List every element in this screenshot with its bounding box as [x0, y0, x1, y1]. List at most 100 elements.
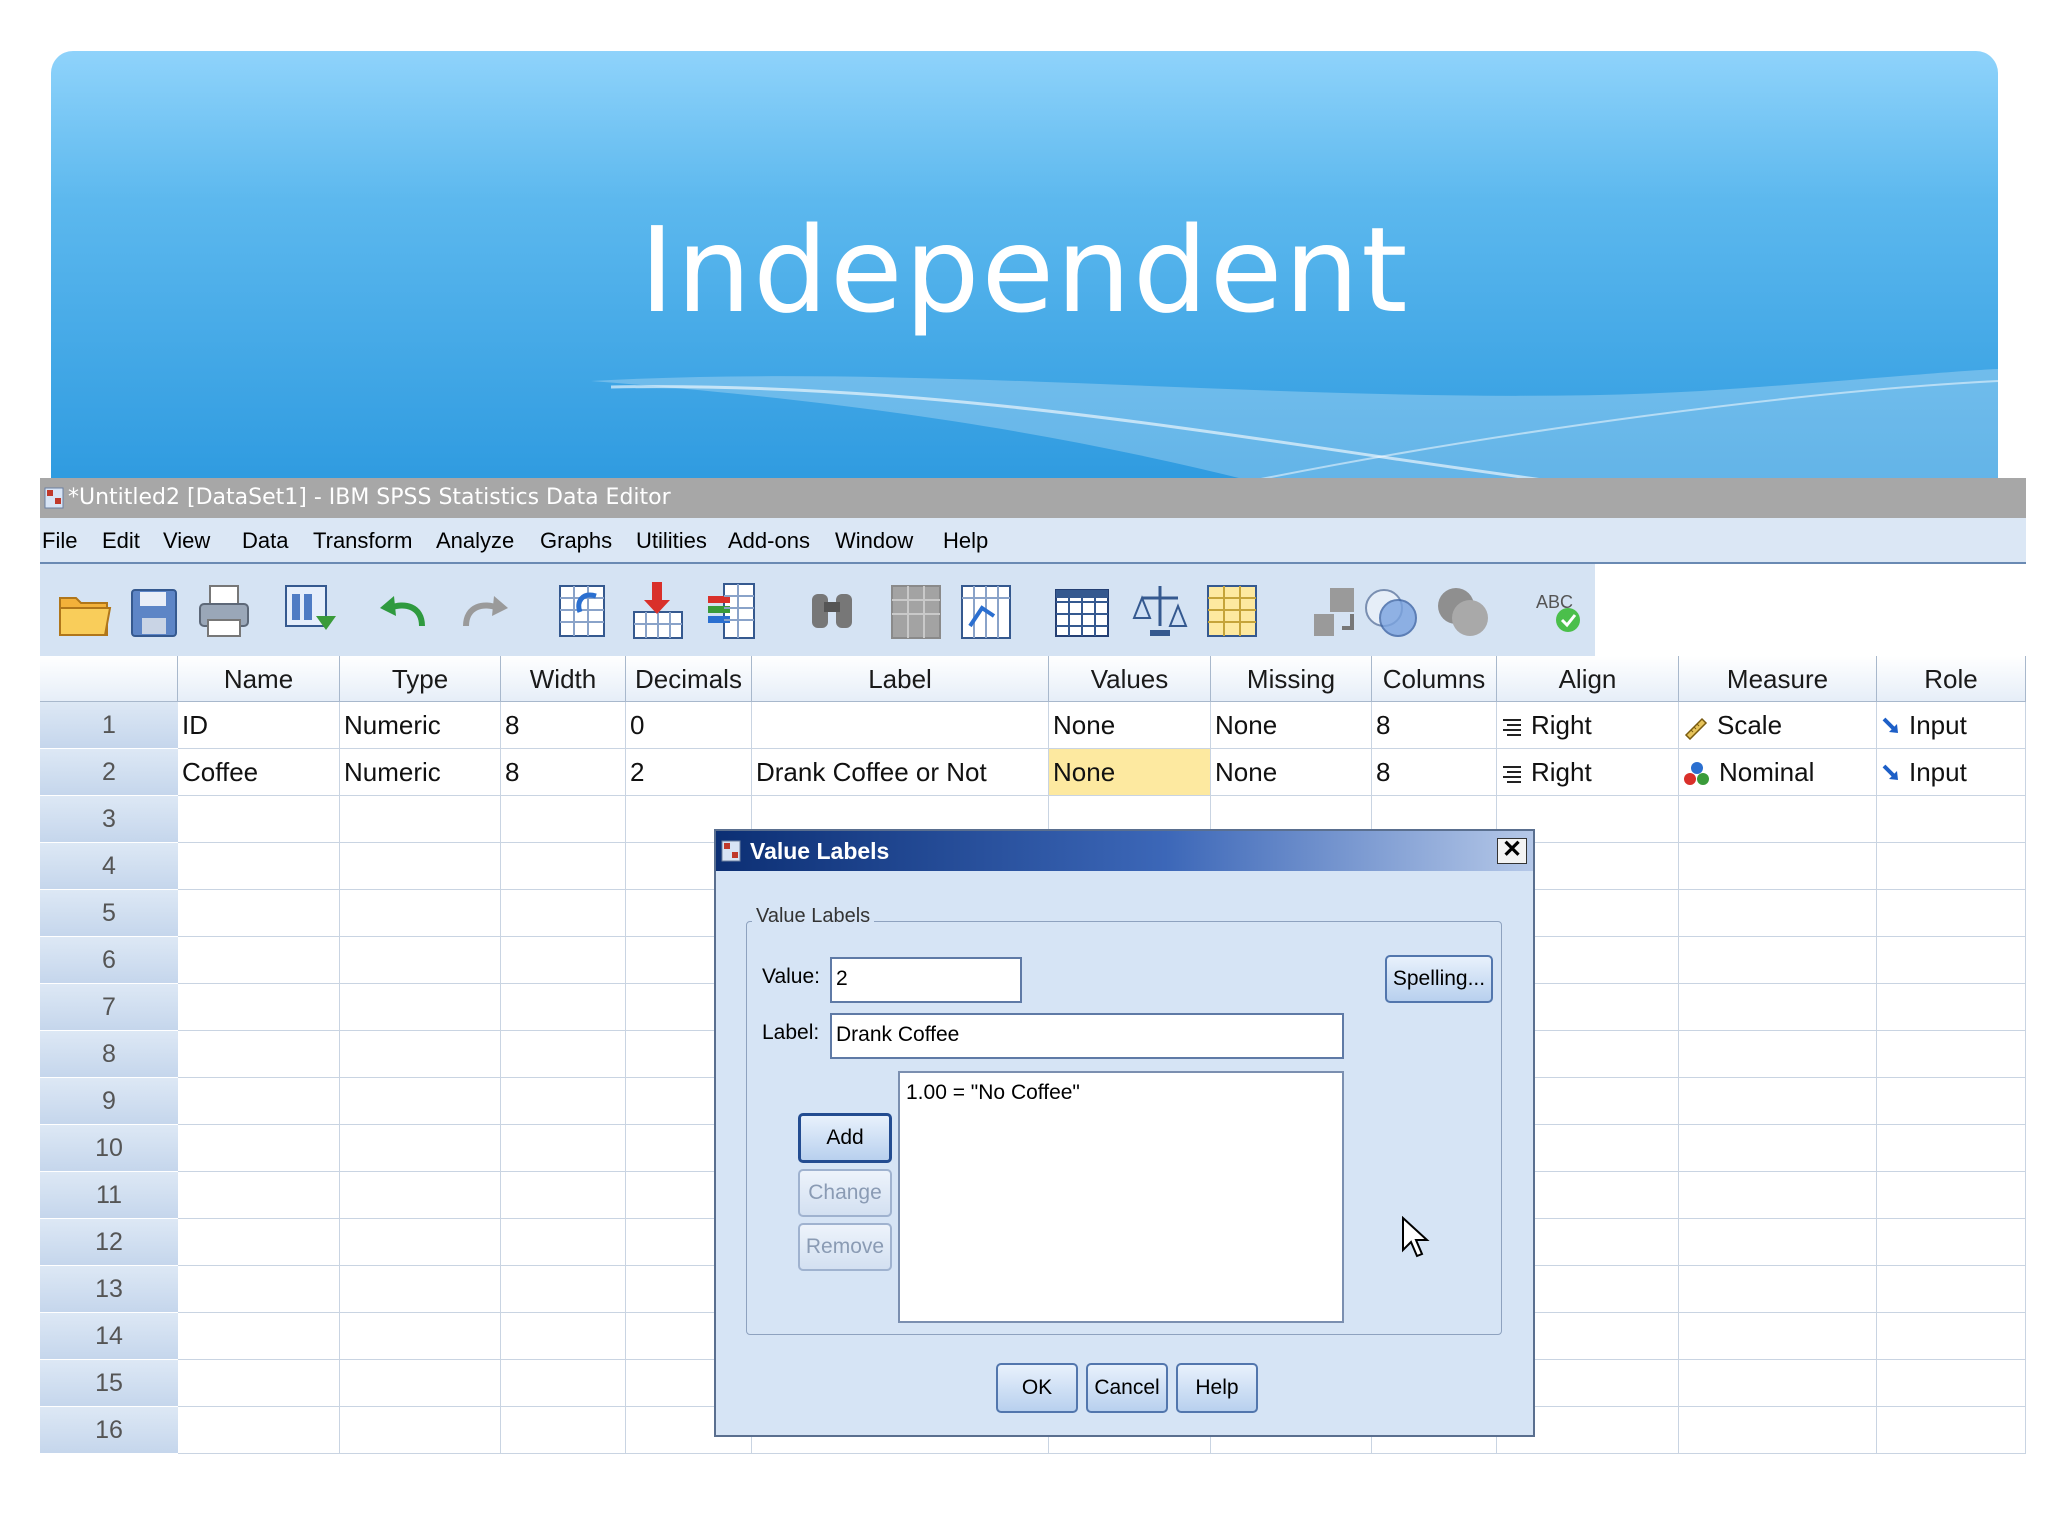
add-button[interactable]: Add — [798, 1113, 892, 1163]
column-header-label[interactable]: Label — [752, 656, 1049, 702]
weight-cases-icon[interactable] — [1130, 578, 1190, 644]
split-file-icon[interactable] — [1052, 578, 1112, 644]
table-cell[interactable]: Right — [1497, 702, 1679, 749]
table-cell[interactable]: Drank Coffee or Not — [752, 749, 1049, 796]
table-cell[interactable] — [340, 1407, 501, 1454]
menu-utilities[interactable]: Utilities — [636, 528, 707, 554]
column-header-name[interactable]: Name — [178, 656, 340, 702]
table-cell[interactable] — [501, 1125, 626, 1172]
table-cell[interactable] — [1679, 1266, 1877, 1313]
table-cell[interactable] — [1877, 1407, 2026, 1454]
row-header[interactable]: 15 — [40, 1360, 178, 1407]
table-cell[interactable]: 8 — [501, 702, 626, 749]
spell-check-icon[interactable]: ABC — [1530, 578, 1590, 644]
table-cell[interactable] — [178, 890, 340, 937]
table-cell[interactable]: Nominal — [1679, 749, 1877, 796]
table-cell[interactable] — [501, 1313, 626, 1360]
table-cell[interactable] — [1877, 1172, 2026, 1219]
table-cell[interactable] — [340, 1360, 501, 1407]
table-cell[interactable] — [1679, 843, 1877, 890]
table-cell[interactable]: None — [1211, 749, 1372, 796]
table-cell[interactable] — [340, 1031, 501, 1078]
table-cell[interactable]: 2 — [626, 749, 752, 796]
menu-edit[interactable]: Edit — [102, 528, 140, 554]
table-cell[interactable] — [1877, 1313, 2026, 1360]
table-cell[interactable] — [178, 984, 340, 1031]
table-cell[interactable] — [501, 1031, 626, 1078]
row-header[interactable]: 9 — [40, 1078, 178, 1125]
row-header[interactable]: 5 — [40, 890, 178, 937]
table-cell[interactable] — [340, 843, 501, 890]
table-cell[interactable] — [501, 984, 626, 1031]
table-cell[interactable] — [1877, 984, 2026, 1031]
table-cell[interactable] — [340, 984, 501, 1031]
table-cell[interactable] — [178, 1078, 340, 1125]
table-cell[interactable] — [178, 843, 340, 890]
table-cell[interactable] — [501, 1407, 626, 1454]
table-cell[interactable] — [340, 1313, 501, 1360]
table-cell[interactable] — [1679, 1125, 1877, 1172]
column-header-align[interactable]: Align — [1497, 656, 1679, 702]
dialog-recall-icon[interactable] — [278, 578, 338, 644]
goto-case-icon[interactable] — [552, 578, 612, 644]
row-header[interactable]: 7 — [40, 984, 178, 1031]
table-cell[interactable] — [1877, 1031, 2026, 1078]
menu-window[interactable]: Window — [835, 528, 913, 554]
table-cell[interactable] — [1679, 1407, 1877, 1454]
column-header-values[interactable]: Values — [1049, 656, 1211, 702]
menu-addons[interactable]: Add-ons — [728, 528, 810, 554]
table-cell[interactable] — [1679, 796, 1877, 843]
row-header[interactable]: 8 — [40, 1031, 178, 1078]
table-cell[interactable] — [178, 1219, 340, 1266]
list-item[interactable]: 1.00 = "No Coffee" — [906, 1081, 1336, 1105]
column-header-decimals[interactable]: Decimals — [626, 656, 752, 702]
insert-variable-icon[interactable] — [956, 578, 1016, 644]
table-cell[interactable]: Input — [1877, 749, 2026, 796]
spelling-button[interactable]: Spelling... — [1385, 955, 1493, 1003]
table-cell[interactable] — [178, 1172, 340, 1219]
save-icon[interactable] — [124, 578, 184, 644]
table-cell[interactable]: Right — [1497, 749, 1679, 796]
table-cell[interactable]: None — [1211, 702, 1372, 749]
table-cell[interactable] — [501, 1266, 626, 1313]
open-folder-icon[interactable] — [54, 578, 114, 644]
table-cell[interactable] — [1877, 937, 2026, 984]
table-cell[interactable] — [178, 796, 340, 843]
help-button[interactable]: Help — [1176, 1363, 1258, 1413]
table-cell[interactable] — [501, 1172, 626, 1219]
table-cell[interactable] — [178, 1125, 340, 1172]
row-header[interactable]: 12 — [40, 1219, 178, 1266]
table-cell[interactable] — [340, 1266, 501, 1313]
table-cell[interactable]: 8 — [1372, 749, 1497, 796]
ok-button[interactable]: OK — [996, 1363, 1078, 1413]
table-cell[interactable] — [340, 890, 501, 937]
use-sets-icon[interactable] — [1360, 578, 1420, 644]
table-cell[interactable]: None — [1049, 702, 1211, 749]
value-input[interactable]: 2 — [830, 957, 1022, 1003]
row-header[interactable]: 14 — [40, 1313, 178, 1360]
menu-transform[interactable]: Transform — [313, 528, 412, 554]
table-cell[interactable] — [1679, 1172, 1877, 1219]
table-cell[interactable] — [1679, 1219, 1877, 1266]
table-cell[interactable] — [501, 796, 626, 843]
menu-graphs[interactable]: Graphs — [540, 528, 612, 554]
variables-icon[interactable] — [702, 578, 762, 644]
table-cell[interactable] — [1877, 1266, 2026, 1313]
column-header-width[interactable]: Width — [501, 656, 626, 702]
column-header-type[interactable]: Type — [340, 656, 501, 702]
table-cell[interactable] — [1679, 1078, 1877, 1125]
table-cell[interactable] — [1877, 1078, 2026, 1125]
column-header-missing[interactable]: Missing — [1211, 656, 1372, 702]
table-cell[interactable]: Coffee — [178, 749, 340, 796]
select-cases-icon[interactable] — [1202, 578, 1262, 644]
table-cell[interactable] — [752, 702, 1049, 749]
table-cell[interactable]: ID — [178, 702, 340, 749]
row-header[interactable]: 2 — [40, 749, 178, 796]
row-header[interactable]: 3 — [40, 796, 178, 843]
table-cell[interactable]: 0 — [626, 702, 752, 749]
menu-view[interactable]: View — [163, 528, 210, 554]
table-cell[interactable] — [340, 1125, 501, 1172]
row-header[interactable]: 16 — [40, 1407, 178, 1454]
table-cell[interactable] — [1877, 843, 2026, 890]
table-cell[interactable] — [501, 1360, 626, 1407]
